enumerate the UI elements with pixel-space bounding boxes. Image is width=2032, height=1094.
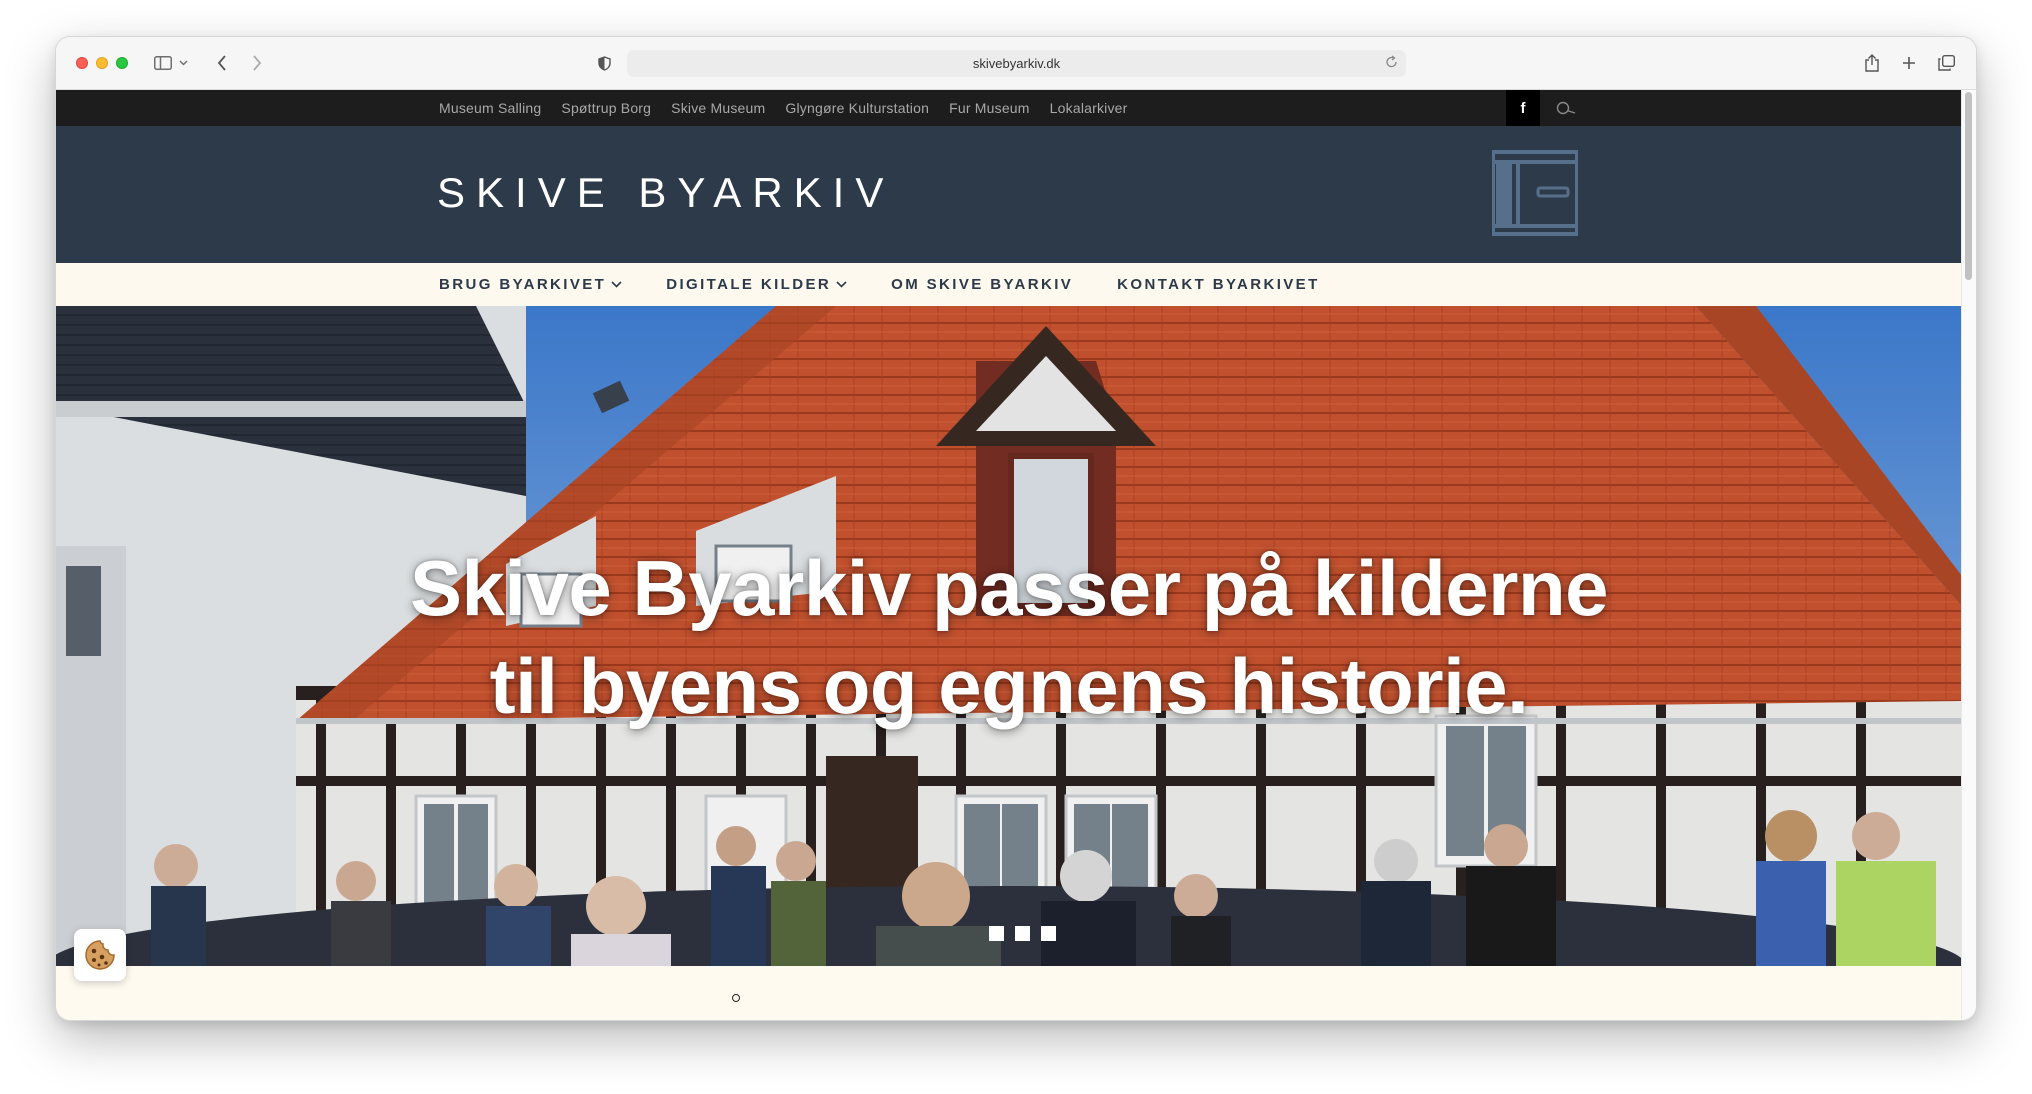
browser-toolbar: skivebyarkiv.dk bbox=[56, 37, 1976, 90]
slide-3-dot[interactable] bbox=[1041, 926, 1056, 941]
tabs-overview-icon[interactable] bbox=[1936, 51, 1956, 75]
hero-headline-line-2: til byens og egnens historie. bbox=[489, 642, 1529, 730]
site-header: SKIVE BYARKIV bbox=[56, 126, 1962, 263]
url-text: skivebyarkiv.dk bbox=[972, 56, 1061, 71]
address-bar[interactable]: skivebyarkiv.dk bbox=[627, 50, 1406, 77]
facebook-button[interactable]: f bbox=[1506, 90, 1540, 126]
browser-window: skivebyarkiv.dk Museum Salling Spøttrup … bbox=[56, 37, 1976, 1020]
archive-logo-icon[interactable] bbox=[1492, 150, 1578, 236]
topbar-link-glyngore-kulturstation[interactable]: Glyngøre Kulturstation bbox=[785, 100, 929, 116]
topbar-link-lokalarkiver[interactable]: Lokalarkiver bbox=[1050, 100, 1128, 116]
page-content-start bbox=[56, 966, 1962, 1020]
hero-headline: Skive Byarkiv passer på kilderne til bye… bbox=[56, 539, 1962, 735]
scrollbar-thumb[interactable] bbox=[1965, 92, 1972, 280]
web-page: Museum Salling Spøttrup Borg Skive Museu… bbox=[56, 90, 1962, 1020]
museum-topbar: Museum Salling Spøttrup Borg Skive Museu… bbox=[56, 90, 1962, 126]
minimize-window-button[interactable] bbox=[96, 57, 108, 69]
back-icon[interactable] bbox=[212, 51, 232, 75]
cursor-mark bbox=[732, 994, 740, 1002]
nav-label: KONTAKT BYARKIVET bbox=[1117, 276, 1320, 293]
chevron-down-icon bbox=[836, 281, 847, 288]
new-tab-icon[interactable] bbox=[1899, 51, 1919, 75]
reload-icon[interactable] bbox=[1385, 55, 1398, 72]
slide-1-dot[interactable] bbox=[989, 926, 1004, 941]
topbar-link-museum-salling[interactable]: Museum Salling bbox=[439, 100, 541, 116]
share-icon[interactable] bbox=[1862, 51, 1882, 75]
search-icon bbox=[1556, 101, 1576, 115]
topbar-link-spottrup-borg[interactable]: Spøttrup Borg bbox=[561, 100, 651, 116]
close-window-button[interactable] bbox=[76, 57, 88, 69]
nav-kontakt-byarkivet[interactable]: KONTAKT BYARKIVET bbox=[1117, 276, 1319, 293]
facebook-icon: f bbox=[1520, 99, 1526, 117]
slider-pagination bbox=[989, 926, 1056, 941]
nav-label: BRUG BYARKIVET bbox=[439, 276, 607, 293]
nav-brug-byarkivet[interactable]: BRUG BYARKIVET bbox=[439, 276, 622, 293]
nav-digitale-kilder[interactable]: DIGITALE KILDER bbox=[666, 276, 847, 293]
page-scrollbar[interactable] bbox=[1961, 90, 1976, 1020]
nav-label: DIGITALE KILDER bbox=[666, 276, 832, 293]
site-title[interactable]: SKIVE BYARKIV bbox=[437, 169, 894, 217]
main-navigation: BRUG BYARKIVET DIGITALE KILDER OM SKIVE … bbox=[56, 263, 1962, 306]
nav-om-skive-byarkiv[interactable]: OM SKIVE BYARKIV bbox=[891, 276, 1073, 293]
museum-links: Museum Salling Spøttrup Borg Skive Museu… bbox=[439, 90, 1128, 126]
topbar-link-fur-museum[interactable]: Fur Museum bbox=[949, 100, 1030, 116]
shield-icon[interactable] bbox=[594, 51, 614, 75]
sidebar-icon[interactable] bbox=[152, 51, 174, 75]
chevron-down-icon bbox=[611, 281, 622, 288]
nav-label: OM SKIVE BYARKIV bbox=[891, 276, 1074, 293]
topbar-link-skive-museum[interactable]: Skive Museum bbox=[671, 100, 765, 116]
hero-headline-line-1: Skive Byarkiv passer på kilderne bbox=[409, 544, 1609, 632]
forward-icon[interactable] bbox=[247, 51, 267, 75]
zoom-window-button[interactable] bbox=[116, 57, 128, 69]
slide-2-dot[interactable] bbox=[1015, 926, 1030, 941]
cookie-settings-button[interactable] bbox=[74, 929, 126, 981]
search-button[interactable] bbox=[1550, 90, 1584, 126]
cookie-icon bbox=[85, 940, 115, 970]
hero-slider: Skive Byarkiv passer på kilderne til bye… bbox=[56, 306, 1962, 966]
chevron-down-icon[interactable] bbox=[177, 51, 189, 75]
